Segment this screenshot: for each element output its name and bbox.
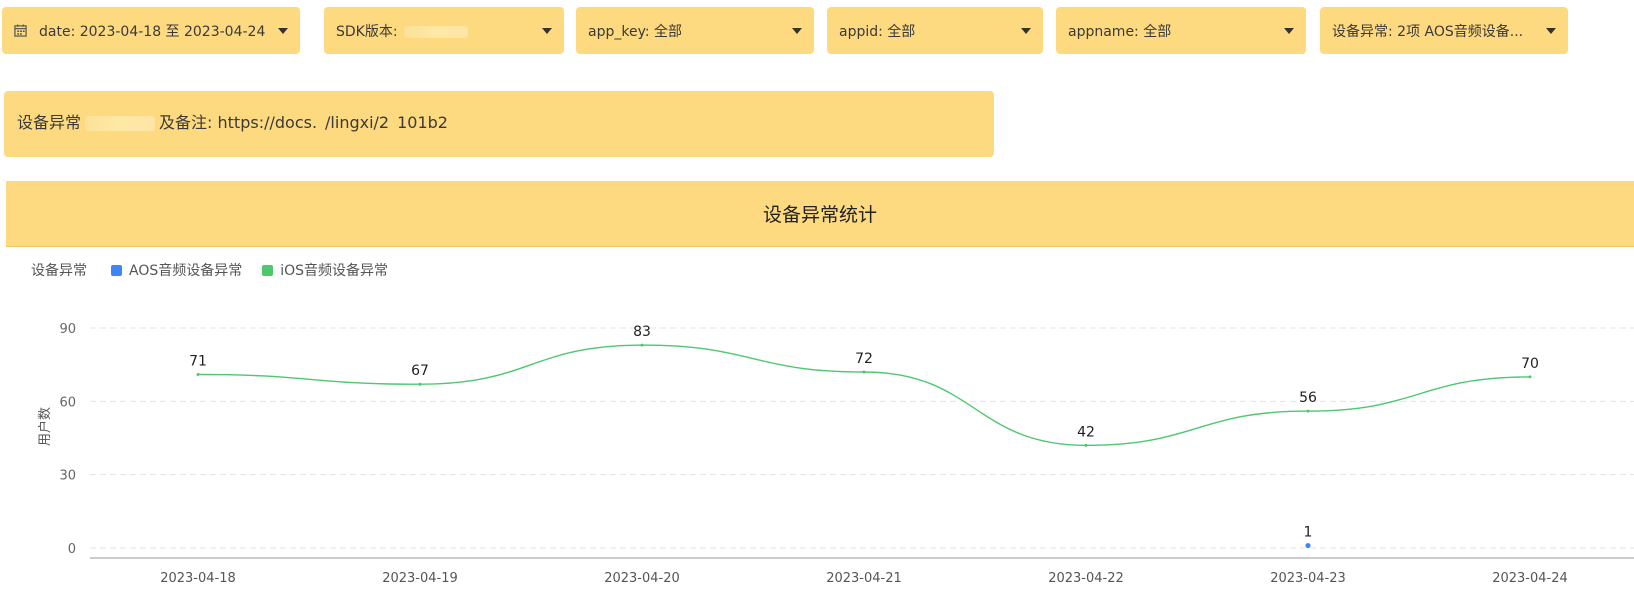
x-tick-label: 2023-04-20 xyxy=(604,571,680,586)
sdk-version-filter[interactable]: SDK版本: xyxy=(324,7,564,54)
y-tick-label: 0 xyxy=(68,542,76,557)
data-label-ios: 71 xyxy=(189,353,207,369)
legend-label-ios: iOS音频设备异常 xyxy=(280,263,389,279)
x-tick-label: 2023-04-19 xyxy=(382,571,458,586)
y-tick-label: 60 xyxy=(59,395,76,410)
legend-swatch-ios xyxy=(262,264,274,276)
notice-box: 设备异常 及备注: https://docs./lingxi/2 101b2 xyxy=(4,91,994,157)
x-tick-label: 2023-04-24 xyxy=(1492,571,1568,586)
data-point-ios xyxy=(196,372,200,376)
device-anomaly-filter[interactable]: 设备异常: 2项 AOS音频设备... xyxy=(1320,7,1568,54)
x-tick-label: 2023-04-21 xyxy=(826,571,902,586)
chevron-down-icon xyxy=(1546,27,1556,34)
chevron-down-icon xyxy=(1284,27,1294,34)
calendar-icon xyxy=(14,24,27,37)
panel-title: 设备异常统计 xyxy=(762,204,877,226)
chevron-down-icon xyxy=(542,27,552,34)
appname-filter-label: appname: 全部 xyxy=(1068,23,1172,40)
chevron-down-icon xyxy=(1021,27,1031,34)
data-point-ios xyxy=(1084,443,1088,447)
line-chart: 0 30 60 90 2023-04-18 2023-04-19 2023-04-20 202… xyxy=(59,322,1634,586)
appname-filter[interactable]: appname: 全部 xyxy=(1056,7,1306,54)
data-label-ios: 42 xyxy=(1077,424,1095,440)
y-tick-label: 90 xyxy=(59,322,76,337)
data-label-ios: 72 xyxy=(855,351,873,367)
data-label-ios: 67 xyxy=(411,363,429,379)
data-label-ios: 70 xyxy=(1521,356,1539,372)
data-label-aos: 1 xyxy=(1304,525,1313,541)
date-filter[interactable]: date: 2023-04-18 至 2023-04-24 xyxy=(2,7,300,54)
chart-legend: 设备异常 AOS音频设备异常 iOS音频设备异常 xyxy=(31,260,408,280)
data-point-ios xyxy=(1306,409,1310,413)
appid-filter[interactable]: appid: 全部 xyxy=(827,7,1043,54)
appid-filter-label: appid: 全部 xyxy=(839,23,916,40)
data-point-ios xyxy=(640,343,644,347)
notice-mid: 及备注: xyxy=(159,113,213,132)
chevron-down-icon xyxy=(792,27,802,34)
app-key-filter-label: app_key: 全部 xyxy=(588,23,683,40)
x-tick-label: 2023-04-18 xyxy=(160,571,236,586)
data-point-ios xyxy=(862,370,866,374)
data-point-ios xyxy=(418,382,422,386)
notice-prefix: 设备异常 xyxy=(17,113,82,132)
date-filter-label: date: 2023-04-18 至 2023-04-24 xyxy=(39,23,266,40)
legend-swatch-aos xyxy=(111,264,122,276)
legend-title: 设备异常 xyxy=(31,263,87,279)
legend-item-ios[interactable]: iOS音频设备异常 xyxy=(262,260,388,280)
notice-link[interactable]: https://docs./lingxi/2 101b2 xyxy=(218,113,448,132)
y-tick-label: 30 xyxy=(59,469,76,484)
data-point-aos xyxy=(1305,542,1311,549)
data-point-ios xyxy=(1528,375,1532,379)
app-key-filter[interactable]: app_key: 全部 xyxy=(576,7,814,54)
data-label-ios: 56 xyxy=(1299,390,1317,406)
chevron-down-icon xyxy=(278,27,288,34)
sdk-version-filter-label: SDK版本: xyxy=(336,21,532,41)
redacted-text xyxy=(85,116,156,131)
legend-label-aos: AOS音频设备异常 xyxy=(129,263,243,279)
legend-item-aos[interactable]: AOS音频设备异常 xyxy=(111,260,242,280)
x-tick-label: 2023-04-23 xyxy=(1270,571,1346,586)
x-tick-label: 2023-04-22 xyxy=(1048,571,1124,586)
panel-header: 设备异常统计 xyxy=(6,181,1634,247)
redacted-value xyxy=(403,25,468,38)
data-label-ios: 83 xyxy=(633,324,651,340)
device-anomaly-filter-label: 设备异常: 2项 AOS音频设备... xyxy=(1332,23,1524,40)
